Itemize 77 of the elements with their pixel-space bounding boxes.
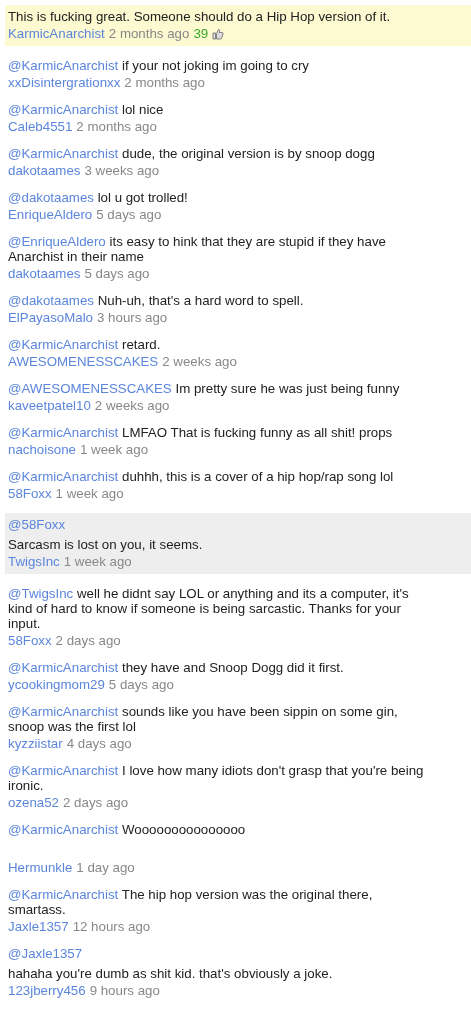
timestamp: 5 days ago	[108, 677, 174, 692]
author-link[interactable]: dakotaames	[8, 266, 81, 281]
comment-text: @TwigsInc well he didnt say LOL or anything and its a computer, it's kind of hard to know if someone is being sarcastic. Thanks for your input.	[8, 586, 410, 631]
author-link[interactable]: kyzziistar	[8, 736, 63, 751]
timestamp: 3 hours ago	[97, 310, 168, 325]
comment-text: This is fucking great. Someone should do a Hip Hop version of it.	[8, 9, 392, 24]
comment-text: @KarmicAnarchist sounds like you have been sippin on some gin, snoop was the first lol	[8, 704, 399, 734]
mention-link[interactable]: @dakotaames	[8, 190, 94, 205]
timestamp: 2 months ago	[108, 26, 190, 41]
mention-link[interactable]: @KarmicAnarchist	[8, 822, 119, 837]
mention-link[interactable]: @KarmicAnarchist	[8, 425, 119, 440]
mention-link[interactable]: @KarmicAnarchist	[8, 763, 119, 778]
comment-text: @KarmicAnarchist lol nice	[8, 102, 165, 117]
author-link[interactable]: Jaxle1357	[8, 919, 69, 934]
mention-link[interactable]: @KarmicAnarchist	[8, 146, 119, 161]
comment-text: @KarmicAnarchist they have and Snoop Dogg did it first.	[8, 660, 345, 675]
author-link[interactable]: nachoisone	[8, 442, 77, 457]
comment-text: @KarmicAnarchist Wooooooooooooooo	[8, 822, 247, 839]
author-link[interactable]: ycookingmom29	[8, 677, 105, 692]
comment-text: @KarmicAnarchist dude, the original version is by snoop dogg	[8, 146, 376, 161]
comment-text: @KarmicAnarchist I love how many idiots don't grasp that you're being ironic.	[8, 763, 425, 793]
thumbs-up-icon[interactable]	[212, 27, 225, 40]
timestamp: 5 days ago	[96, 207, 162, 222]
author-link[interactable]: 123jberry456	[8, 983, 86, 998]
timestamp: 2 weeks ago	[162, 354, 237, 369]
comment-text: @EnriqueAldero its easy to hink that they are stupid if they have Anarchist in their name	[8, 234, 387, 264]
timestamp: 2 months ago	[124, 75, 205, 90]
mention-link[interactable]: @KarmicAnarchist	[8, 58, 119, 73]
timestamp: 1 week ago	[80, 442, 149, 457]
timestamp: 4 days ago	[66, 736, 132, 751]
author-link[interactable]: dakotaames	[8, 163, 81, 178]
author-link[interactable]: xxDisintergrationxx	[8, 75, 121, 90]
mention-link[interactable]: @TwigsInc	[8, 586, 74, 601]
mention-link[interactable]: @EnriqueAldero	[8, 234, 106, 249]
author-link[interactable]: KarmicAnarchist	[8, 26, 105, 41]
mention-link[interactable]: @KarmicAnarchist	[8, 337, 119, 352]
vote-count: 39	[193, 26, 209, 41]
comment-text: @dakotaames lol u got trolled!	[8, 190, 189, 205]
mention-link[interactable]: @KarmicAnarchist	[8, 660, 119, 675]
comment-text: @AWESOMENESSCAKES Im pretty sure he was just being funny	[8, 381, 401, 396]
comment-text: Sarcasm is lost on you, it seems.	[8, 537, 204, 552]
author-link[interactable]: kaveetpatel10	[8, 398, 91, 413]
author-link[interactable]: ozena52	[8, 795, 60, 810]
comment-text: @KarmicAnarchist LMFAO That is fucking funny as all shit! props	[8, 425, 394, 440]
comment-text: @KarmicAnarchist if your not joking im going to cry	[8, 58, 310, 73]
author-link[interactable]: AWESOMENESSCAKES	[8, 354, 159, 369]
timestamp: 2 months ago	[76, 119, 157, 134]
author-link[interactable]: TwigsInc	[8, 554, 60, 569]
timestamp: 12 hours ago	[72, 919, 151, 934]
author-link[interactable]: 58Foxx	[8, 486, 52, 501]
comment-text: @dakotaames Nuh-uh, that's a hard word to spell.	[8, 293, 305, 308]
timestamp: 3 weeks ago	[84, 163, 160, 178]
mention-link[interactable]: @58Foxx	[8, 517, 66, 532]
author-link[interactable]: Hermunkle	[8, 860, 73, 875]
mention-link[interactable]: @KarmicAnarchist	[8, 102, 119, 117]
mention-link[interactable]: @dakotaames	[8, 293, 94, 308]
author-link[interactable]: EnriqueAldero	[8, 207, 93, 222]
timestamp: 1 week ago	[55, 486, 124, 501]
timestamp: 2 days ago	[63, 795, 129, 810]
timestamp: 1 day ago	[76, 860, 135, 875]
mention-link[interactable]: @KarmicAnarchist	[8, 469, 119, 484]
timestamp: 1 week ago	[63, 554, 132, 569]
mention-link[interactable]: @KarmicAnarchist	[8, 704, 119, 719]
comment-text: @KarmicAnarchist retard.	[8, 337, 162, 352]
comment-text: hahaha you're dumb as shit kid. that's obviously a joke.	[8, 966, 334, 981]
comment-text: @KarmicAnarchist duhhh, this is a cover of a hip hop/rap song lol	[8, 469, 395, 484]
timestamp: 2 weeks ago	[94, 398, 170, 413]
timestamp: 5 days ago	[84, 266, 150, 281]
author-link[interactable]: 58Foxx	[8, 633, 52, 648]
author-link[interactable]: Caleb4551	[8, 119, 73, 134]
author-link[interactable]: ElPayasoMalo	[8, 310, 93, 325]
mention-link[interactable]: @Jaxle1357	[8, 946, 83, 961]
mention-link[interactable]: @AWESOMENESSCAKES	[8, 381, 172, 396]
timestamp: 2 days ago	[55, 633, 121, 648]
comment-text: @KarmicAnarchist The hip hop version was the original there, smartass.	[8, 887, 374, 917]
mention-link[interactable]: @KarmicAnarchist	[8, 887, 119, 902]
timestamp: 9 hours ago	[89, 983, 160, 998]
